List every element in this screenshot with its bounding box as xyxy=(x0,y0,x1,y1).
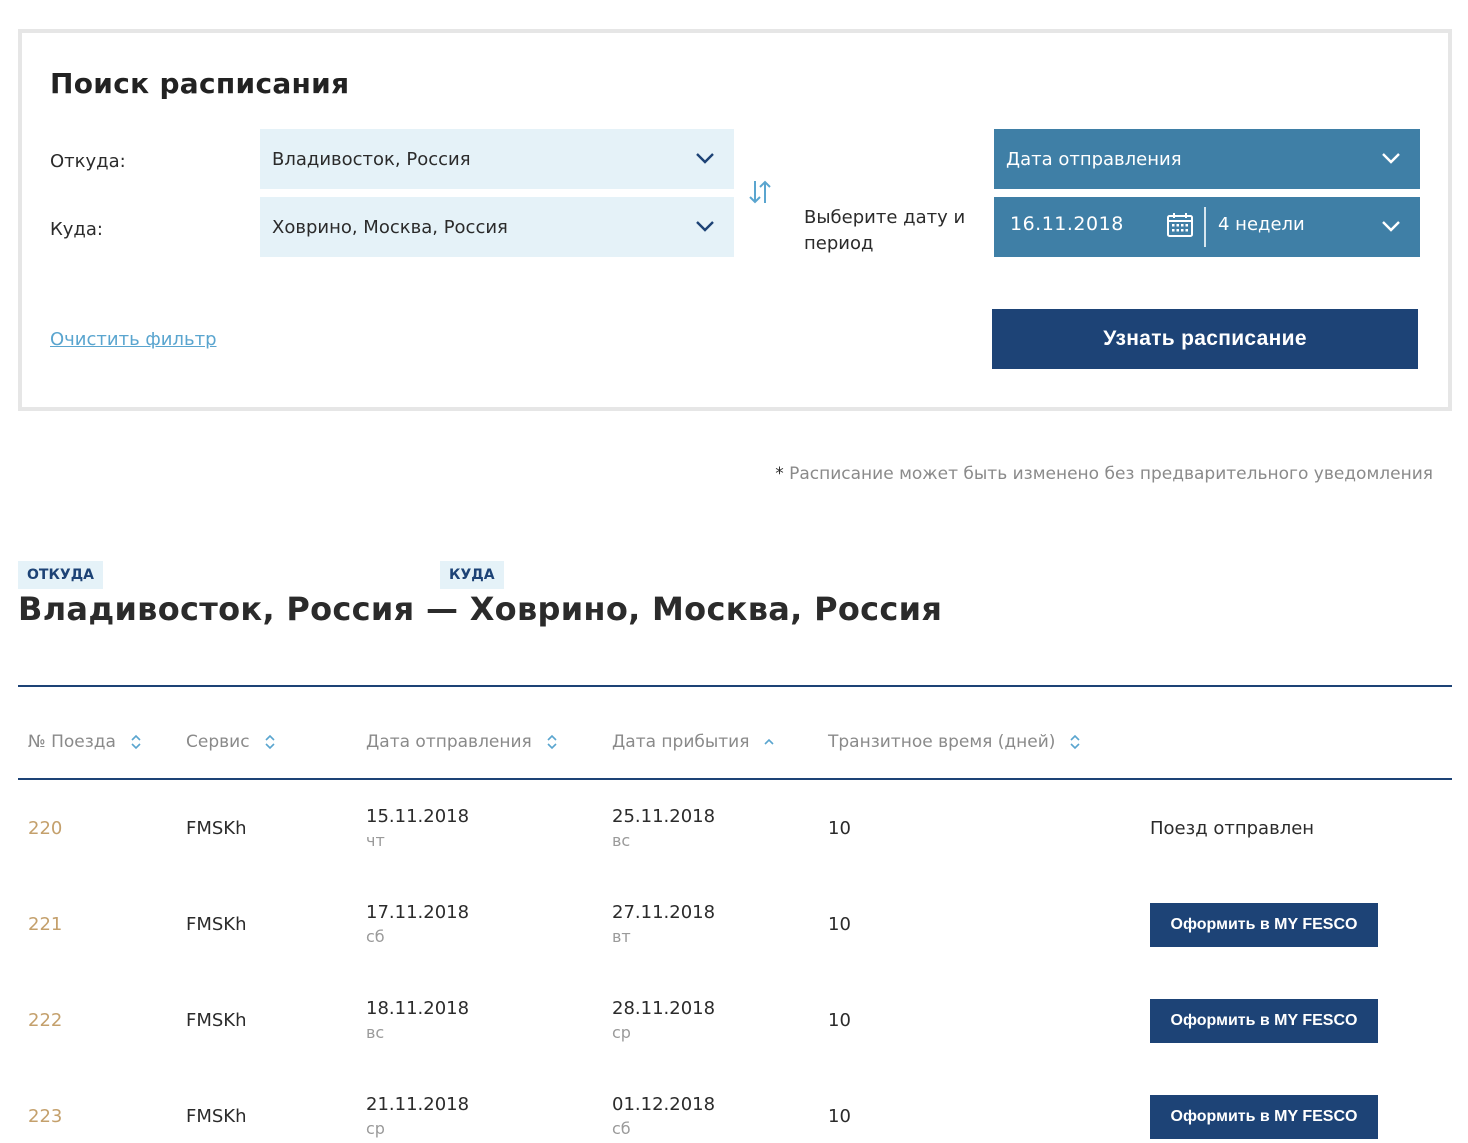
date-period-divider xyxy=(1204,207,1206,247)
calendar-icon[interactable] xyxy=(1166,211,1194,239)
th-transit-time[interactable]: Транзитное время (дней) xyxy=(828,732,1081,752)
transit-days: 10 xyxy=(828,914,851,935)
route-from: Владивосток, Россия xyxy=(18,590,415,628)
date-text: 28.11.2018 xyxy=(612,998,716,1019)
book-in-my-fesco-button[interactable]: Оформить в MY FESCO xyxy=(1150,903,1378,947)
date-text: 27.11.2018 xyxy=(612,902,716,923)
th-departure-date[interactable]: Дата отправления xyxy=(366,732,558,752)
transit-days: 10 xyxy=(828,1010,851,1031)
sort-icon xyxy=(264,734,275,750)
from-select-value: Владивосток, Россия xyxy=(272,148,471,170)
arrival-date: 25.11.2018 вс xyxy=(612,806,715,850)
table-row: 222 FMSKh 18.11.2018 вс 28.11.2018 ср 10… xyxy=(18,972,1452,1068)
sort-icon xyxy=(1070,734,1081,750)
date-input[interactable]: 16.11.2018 xyxy=(1010,213,1124,235)
to-tag: КУДА xyxy=(440,561,504,589)
arrival-date: 28.11.2018 ср xyxy=(612,998,715,1042)
service-code: FMSKh xyxy=(186,818,247,839)
th-label: Сервис xyxy=(186,732,250,752)
departure-date: 21.11.2018 ср xyxy=(366,1094,469,1138)
notice-asterisk: * xyxy=(775,464,784,484)
book-in-my-fesco-button[interactable]: Оформить в MY FESCO xyxy=(1150,1095,1378,1139)
weekday: ср xyxy=(366,1119,385,1138)
weekday: чт xyxy=(366,831,385,850)
date-type-select[interactable]: Дата отправления xyxy=(994,129,1420,189)
th-label: Дата прибытия xyxy=(612,732,750,752)
swap-arrows-icon[interactable] xyxy=(746,178,774,206)
th-label: Дата отправления xyxy=(366,732,532,752)
chevron-down-icon xyxy=(696,153,714,164)
find-schedule-button[interactable]: Узнать расписание xyxy=(992,309,1418,369)
to-select[interactable]: Ховрино, Москва, Россия xyxy=(260,197,734,257)
table-top-rule xyxy=(18,685,1452,687)
status-text: Поезд отправлен xyxy=(1150,818,1315,839)
train-number: 221 xyxy=(28,914,63,935)
departure-date: 17.11.2018 сб xyxy=(366,902,469,946)
arrival-date: 01.12.2018 сб xyxy=(612,1094,715,1138)
table-row: 221 FMSKh 17.11.2018 сб 27.11.2018 вт 10… xyxy=(18,876,1452,972)
to-label: Куда: xyxy=(50,219,103,240)
weekday: вт xyxy=(612,927,631,946)
from-label: Откуда: xyxy=(50,151,126,172)
chevron-down-icon xyxy=(696,221,714,232)
route-title: Владивосток, Россия — Ховрино, Москва, Р… xyxy=(18,590,942,628)
weekday: вс xyxy=(612,831,631,850)
route-separator: — xyxy=(425,590,459,628)
sort-icon xyxy=(131,734,141,750)
service-code: FMSKh xyxy=(186,914,247,935)
chevron-down-icon xyxy=(1382,153,1400,164)
date-period-picker[interactable]: 16.11.2018 4 недели xyxy=(994,197,1420,257)
route-to: Ховрино, Москва, Россия xyxy=(469,590,943,628)
th-service[interactable]: Сервис xyxy=(186,732,276,752)
th-label: № Поезда xyxy=(28,732,116,752)
schedule-notice: * Расписание может быть изменено без пре… xyxy=(775,464,1433,484)
train-number: 220 xyxy=(28,818,63,839)
departure-date: 15.11.2018 чт xyxy=(366,806,469,850)
transit-days: 10 xyxy=(828,1106,851,1127)
date-type-value: Дата отправления xyxy=(1006,148,1182,170)
sort-ascending-icon xyxy=(764,738,775,745)
train-number: 223 xyxy=(28,1106,63,1127)
table-row: 223 FMSKh 21.11.2018 ср 01.12.2018 сб 10… xyxy=(18,1068,1452,1143)
book-in-my-fesco-button[interactable]: Оформить в MY FESCO xyxy=(1150,999,1378,1043)
train-number: 222 xyxy=(28,1010,63,1031)
date-text: 17.11.2018 xyxy=(366,902,470,923)
service-code: FMSKh xyxy=(186,1010,247,1031)
th-label: Транзитное время (дней) xyxy=(828,732,1056,752)
date-text: 25.11.2018 xyxy=(612,806,716,827)
th-train-number[interactable]: № Поезда xyxy=(28,732,142,752)
date-text: 21.11.2018 xyxy=(366,1094,470,1115)
schedule-search-panel: Поиск расписания Откуда: Владивосток, Ро… xyxy=(18,29,1452,411)
weekday: ср xyxy=(612,1023,631,1042)
from-select[interactable]: Владивосток, Россия xyxy=(260,129,734,189)
service-code: FMSKh xyxy=(186,1106,247,1127)
sort-icon xyxy=(547,734,557,750)
date-hint: Выберите дату и период xyxy=(804,207,966,254)
to-select-value: Ховрино, Москва, Россия xyxy=(272,216,508,238)
departure-date: 18.11.2018 вс xyxy=(366,998,469,1042)
from-tag: ОТКУДА xyxy=(18,561,103,589)
weekday: вс xyxy=(366,1023,385,1042)
notice-text: Расписание может быть изменено без предв… xyxy=(789,464,1433,484)
date-text: 15.11.2018 xyxy=(366,806,470,827)
date-text: 01.12.2018 xyxy=(612,1094,716,1115)
chevron-down-icon[interactable] xyxy=(1380,215,1402,237)
arrival-date: 27.11.2018 вт xyxy=(612,902,715,946)
th-arrival-date[interactable]: Дата прибытия xyxy=(612,732,775,752)
clear-filter-link[interactable]: Очистить фильтр xyxy=(50,329,217,350)
period-select-value[interactable]: 4 недели xyxy=(1218,214,1305,235)
panel-title: Поиск расписания xyxy=(50,67,350,100)
transit-days: 10 xyxy=(828,818,851,839)
table-row: 220 FMSKh 15.11.2018 чт 25.11.2018 вс 10… xyxy=(18,780,1452,876)
date-text: 18.11.2018 xyxy=(366,998,470,1019)
weekday: сб xyxy=(612,1119,631,1138)
weekday: сб xyxy=(366,927,385,946)
